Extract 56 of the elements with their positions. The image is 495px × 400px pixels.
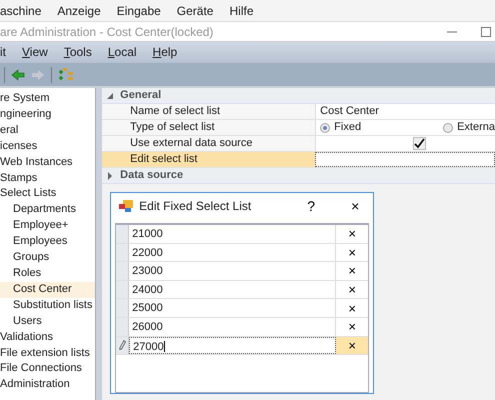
menu-item[interactable]: Hilfe: [229, 0, 254, 21]
tree-item[interactable]: Stamps: [0, 170, 95, 186]
tree-item[interactable]: icenses: [0, 138, 95, 155]
app-window-icon: [119, 200, 134, 212]
property-label: Type of select list: [102, 120, 316, 135]
tree-item[interactable]: Administration: [0, 377, 95, 394]
tree-item[interactable]: File Connections: [0, 361, 95, 378]
menu-item[interactable]: View: [22, 42, 48, 63]
menu-item[interactable]: Geräte: [176, 0, 214, 21]
category-title: Data source: [120, 168, 184, 184]
menu-item[interactable]: Tools: [64, 42, 92, 63]
property-value: Cost Center: [315, 104, 495, 119]
tree-item[interactable]: Web Instances: [0, 154, 95, 171]
help-button[interactable]: ?: [301, 196, 322, 216]
tree-add-icon[interactable]: [58, 66, 74, 82]
checkbox[interactable]: [413, 137, 426, 150]
row-header[interactable]: [116, 336, 130, 354]
tree-item[interactable]: re System: [0, 91, 95, 107]
collapse-icon[interactable]: [106, 92, 114, 100]
back-arrow-icon[interactable]: [11, 68, 25, 80]
tree-item[interactable]: Groups: [0, 250, 95, 266]
minimize-icon[interactable]: [447, 30, 457, 32]
maximize-icon[interactable]: [481, 26, 491, 36]
tree-item[interactable]: Cost Center: [0, 282, 95, 298]
delete-button[interactable]: ×: [336, 336, 368, 354]
close-button[interactable]: ×: [345, 196, 366, 216]
property-label: Name of select list: [102, 104, 316, 119]
tree-item[interactable]: Users: [0, 314, 95, 330]
property-label: Edit select list: [102, 152, 316, 167]
value-field[interactable]: [315, 152, 495, 167]
radio-button[interactable]: [320, 122, 330, 132]
tree-item[interactable]: File extension lists: [0, 346, 95, 362]
list-value-field[interactable]: 27000: [129, 336, 336, 354]
radio-button[interactable]: [443, 122, 454, 132]
menu-item[interactable]: Eingabe: [116, 0, 161, 21]
radio-label: Fixed: [334, 120, 362, 135]
tree-item[interactable]: eral: [0, 122, 95, 139]
radio-label: Externa: [457, 120, 495, 135]
category-title: General: [120, 88, 162, 104]
tree-item[interactable]: ngineering: [0, 106, 95, 123]
tree-item[interactable]: Select Lists: [0, 186, 95, 202]
menu-item[interactable]: Help: [152, 42, 178, 63]
menu-item[interactable]: Anzeige: [57, 0, 101, 21]
menu-item[interactable]: it: [0, 42, 6, 63]
property-label: Use external data source: [102, 136, 316, 151]
tree-item[interactable]: Employees: [0, 234, 95, 250]
tree-item[interactable]: Substitution lists: [0, 298, 95, 314]
dialog-title: Edit Fixed Select List: [139, 198, 252, 215]
window-title: are Administration - Cost Center(locked): [0, 24, 214, 40]
menu-item[interactable]: Local: [108, 42, 137, 63]
tree-item[interactable]: Departments: [0, 202, 95, 218]
menu-item[interactable]: aschine: [0, 0, 42, 21]
tree-item[interactable]: Validations: [0, 330, 95, 346]
expand-icon[interactable]: [106, 172, 114, 180]
tree-item[interactable]: Roles: [0, 266, 95, 282]
tree-item[interactable]: Employee+: [0, 218, 95, 234]
